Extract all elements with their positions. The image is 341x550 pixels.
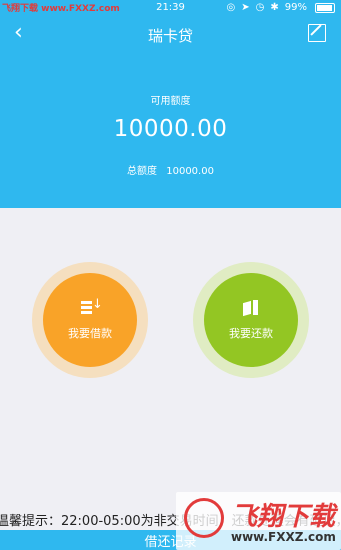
available-credit-amount: 10000.00	[113, 116, 228, 142]
borrow-label: 我要借款	[68, 327, 112, 340]
status-indicators: ◎ ➤ ◷ ✱ 99%	[227, 2, 335, 13]
credit-summary: 可用额度 10000.00 总额度 10000.00	[0, 52, 341, 208]
repay-label: 我要还款	[229, 327, 273, 340]
total-credit: 总额度 10000.00	[0, 162, 341, 177]
watermark-logo: 飞翔下载 www.FXXZ.com	[176, 492, 341, 550]
alarm-icon: ◷	[255, 2, 265, 13]
battery-percent: 99%	[284, 2, 307, 13]
total-credit-label: 总额度	[127, 166, 158, 177]
repay-button-inner[interactable]: 我要还款	[204, 273, 298, 367]
bluetooth-icon: ✱	[270, 2, 279, 13]
logo-name: 飞翔下载	[231, 502, 336, 532]
logo-mark-icon	[184, 498, 224, 538]
logo-url: www.FXXZ.com	[231, 530, 336, 544]
target-icon: ◎	[226, 2, 236, 13]
battery-icon	[315, 2, 335, 13]
repay-icon	[242, 299, 260, 317]
page-title: 瑞卡贷	[147, 27, 193, 45]
borrow-button-inner[interactable]: 我要借款	[43, 273, 137, 367]
available-credit-label: 可用额度	[150, 96, 191, 107]
nav-header: ‹ 瑞卡贷	[0, 16, 341, 52]
borrow-button[interactable]: 我要借款	[32, 262, 148, 378]
total-credit-amount: 10000.00	[166, 166, 214, 177]
borrow-icon	[81, 297, 103, 317]
location-icon: ➤	[241, 2, 250, 13]
status-bar: 飞翔下载 www.FXXZ.com 21:39 ◎ ➤ ◷ ✱ 99%	[0, 0, 341, 16]
edit-icon[interactable]	[308, 24, 326, 42]
repay-button[interactable]: 我要还款	[193, 262, 309, 378]
